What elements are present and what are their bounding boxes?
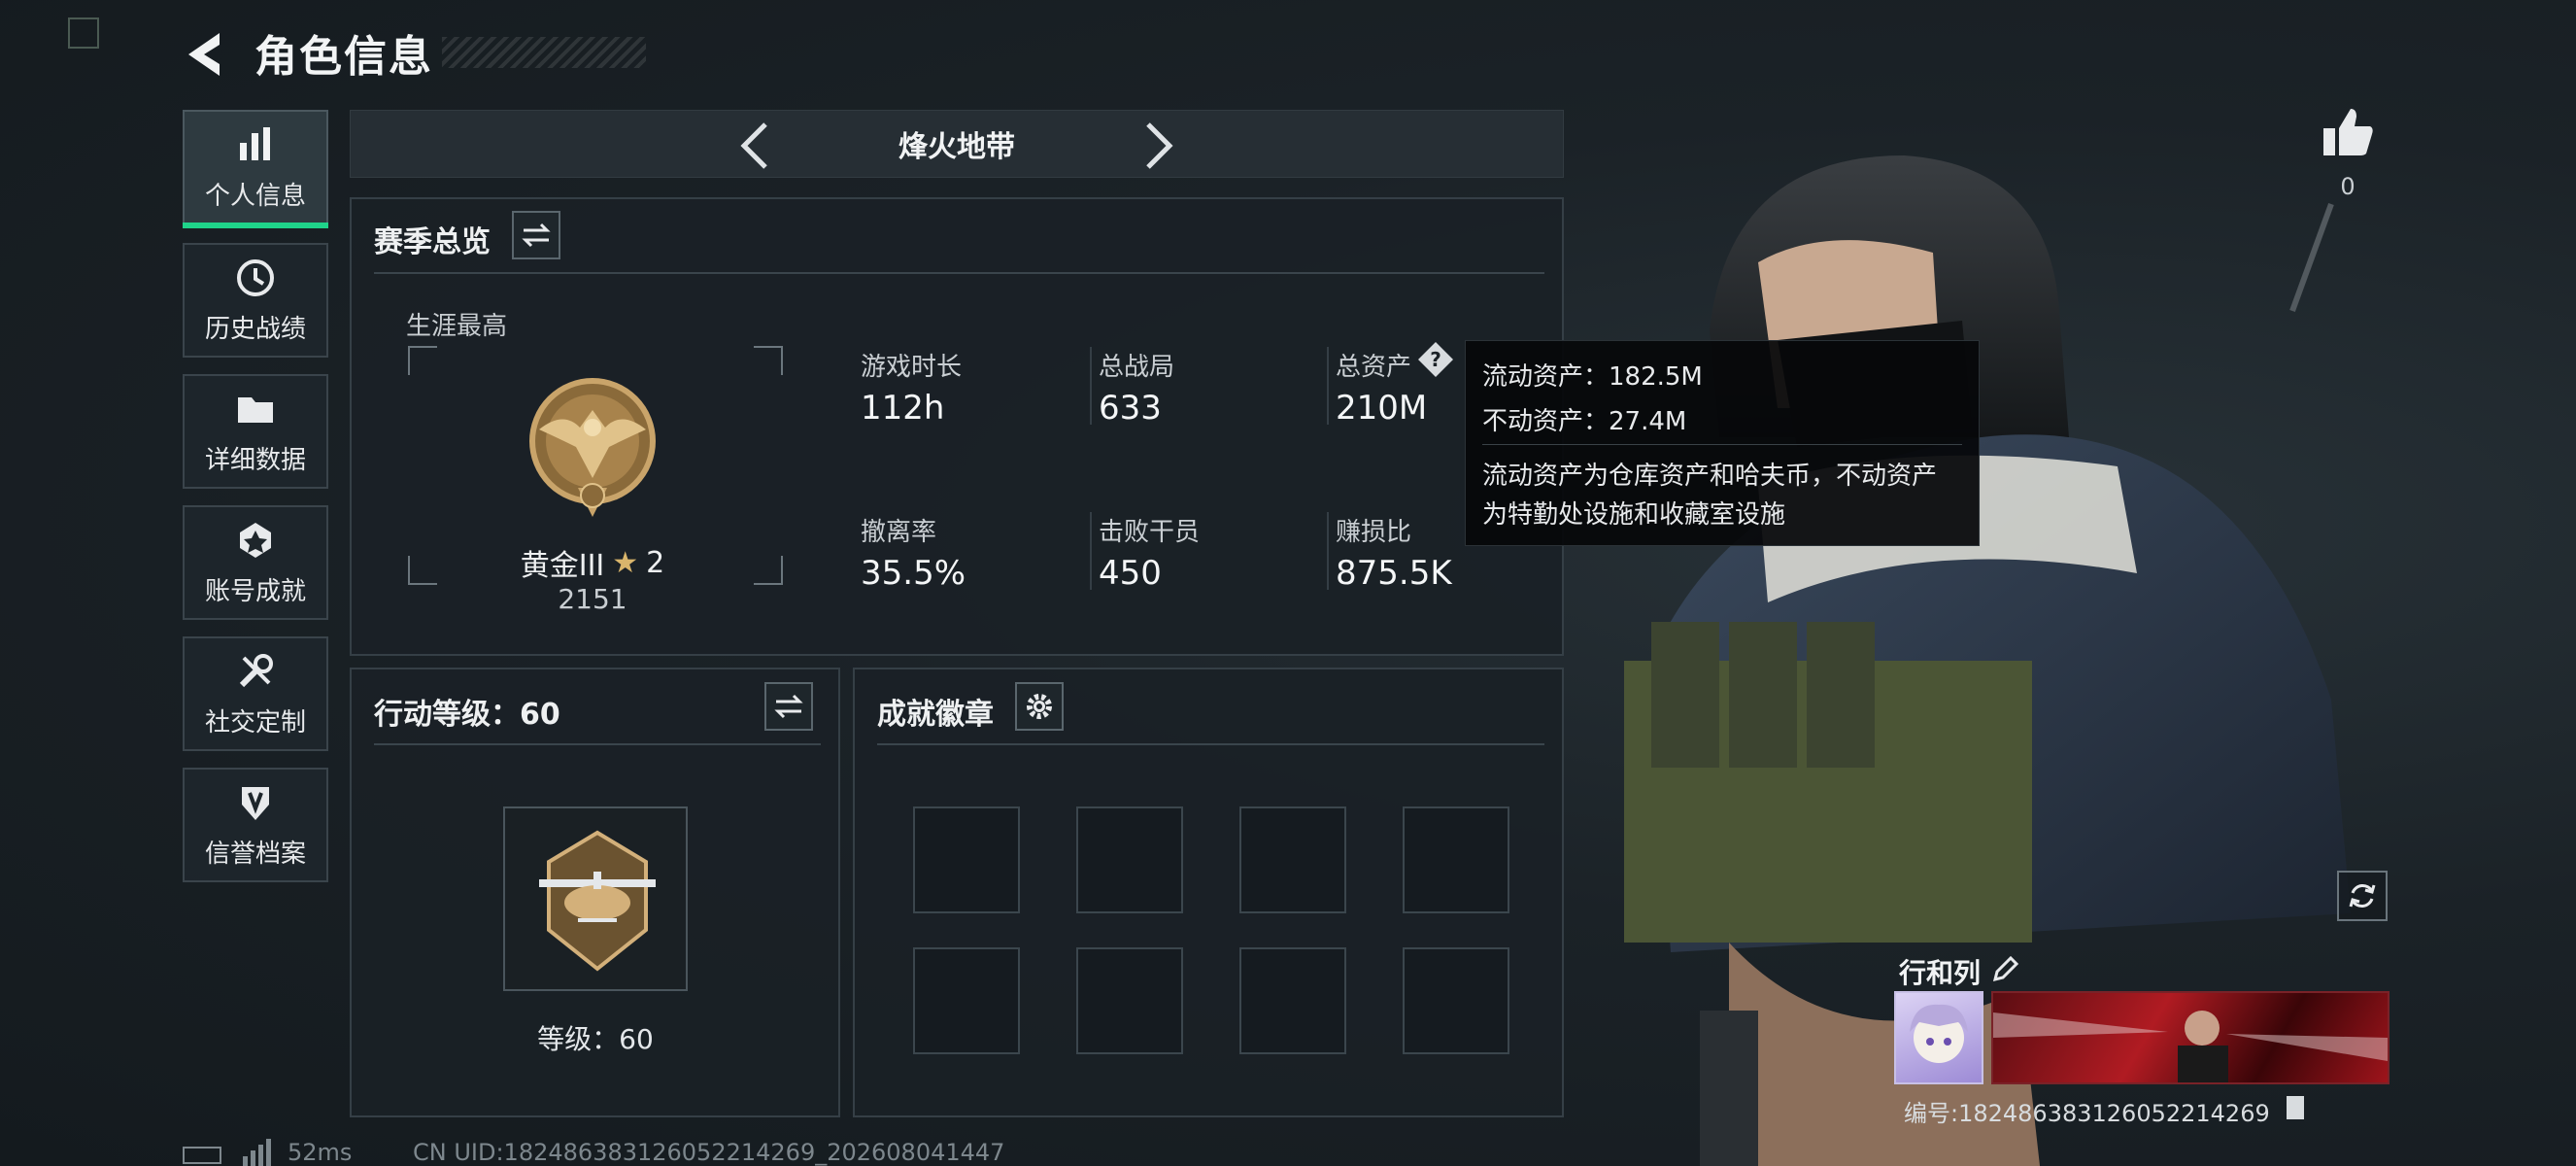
stat-value-playtime: 112h xyxy=(861,389,945,428)
back-arrow-icon[interactable] xyxy=(181,29,227,80)
edit-pencil-icon[interactable] xyxy=(1991,954,2020,983)
action-level-title: 行动等级：60 xyxy=(374,698,560,732)
stat-divider xyxy=(1090,512,1092,590)
avatar-character-icon xyxy=(1910,1004,1968,1063)
copy-icon[interactable] xyxy=(2287,1096,2304,1119)
shield-icon xyxy=(242,786,269,820)
history-icon xyxy=(237,258,274,296)
stat-label-extract-rate: 撤离率 xyxy=(861,518,937,547)
gear-icon xyxy=(1027,694,1052,719)
help-icon[interactable]: ? xyxy=(1416,340,1455,379)
frame-corner xyxy=(754,346,783,375)
tooltip-divider xyxy=(1482,444,1962,445)
refresh-icon xyxy=(2349,884,2376,908)
page-title: 角色信息 xyxy=(254,32,433,82)
action-level-switch-button[interactable] xyxy=(764,682,813,731)
stat-value-assets: 210M xyxy=(1336,389,1428,428)
player-name: 行和列 xyxy=(1899,957,1982,989)
stat-label-profit-ratio: 赚损比 xyxy=(1336,518,1412,547)
helicopter-emblem-icon xyxy=(539,830,656,972)
swap-icon xyxy=(522,223,551,248)
stat-divider xyxy=(1327,512,1329,590)
rotate-character-button[interactable] xyxy=(2337,871,2388,921)
rank-name: 黄金III xyxy=(520,549,605,583)
sidebar-item-label: 历史战绩 xyxy=(204,314,306,344)
sidebar-item-label: 信誉档案 xyxy=(204,839,306,869)
player-id: 编号:182486383126052214269 xyxy=(1904,1100,2270,1127)
career-best-label: 生涯最高 xyxy=(406,312,508,341)
achievements-title: 成就徽章 xyxy=(877,698,994,732)
level-emblem-frame xyxy=(503,806,688,991)
frame-corner xyxy=(754,556,783,585)
rank-stars: 2 xyxy=(646,545,665,580)
sidebar-item-social[interactable]: 社交定制 xyxy=(183,636,328,751)
signal-icon xyxy=(243,1139,271,1166)
stat-value-kills: 450 xyxy=(1099,554,1162,593)
stat-value-matches: 633 xyxy=(1099,389,1162,428)
achievements-settings-button[interactable] xyxy=(1015,682,1064,731)
uid-text: CN UID:18248638312605221426​9_2026080414… xyxy=(413,1139,1005,1166)
corner-marker xyxy=(68,17,99,49)
chevron-left-icon[interactable] xyxy=(730,117,779,175)
sidebar-item-achievements[interactable]: 账号成就 xyxy=(183,505,328,620)
medal-icon xyxy=(240,522,271,558)
stat-value-profit-ratio: 875.5K xyxy=(1336,554,1452,593)
like-count: 0 xyxy=(2340,173,2356,200)
tooltip-liquid-assets: 流动资产：182.5M xyxy=(1482,362,1703,392)
tooltip-desc-line-2: 为特勤处设施和收藏室设施 xyxy=(1482,500,1786,530)
sidebar-item-detailed-data[interactable]: 详细数据 xyxy=(183,374,328,489)
stat-label-assets: 总资产 xyxy=(1336,353,1412,382)
sidebar-item-personal-info[interactable]: 个人信息 xyxy=(183,110,328,228)
season-switch-button[interactable] xyxy=(512,211,560,259)
wrench-icon xyxy=(239,653,273,687)
thumbs-up-icon[interactable] xyxy=(2320,105,2376,161)
stat-label-kills: 击败干员 xyxy=(1099,518,1201,547)
level-label: 等级：60 xyxy=(537,1023,654,1055)
season-overview-title: 赛季总览 xyxy=(374,225,491,259)
tooltip-desc-line-1: 流动资产为仓库资产和哈夫币，不动资产 xyxy=(1482,462,1938,491)
badge-slot[interactable] xyxy=(1076,806,1183,913)
badge-slot[interactable] xyxy=(1239,806,1346,913)
badge-slot[interactable] xyxy=(1239,947,1346,1054)
badge-slot[interactable] xyxy=(913,806,1020,913)
sidebar-item-label: 个人信息 xyxy=(204,181,306,211)
sidebar-item-history[interactable]: 历史战绩 xyxy=(183,243,328,358)
frame-corner xyxy=(408,556,437,585)
svg-text:?: ? xyxy=(1430,348,1441,371)
gold-rank-emblem-icon xyxy=(529,378,656,517)
tooltip-fixed-assets: 不动资产：27.4M xyxy=(1482,407,1687,436)
battery-icon xyxy=(183,1147,221,1164)
star-icon: ★ xyxy=(612,545,639,580)
rank-score: 2151 xyxy=(558,583,627,615)
player-banner xyxy=(1991,991,2390,1084)
stat-label-matches: 总战局 xyxy=(1099,353,1175,382)
badge-slot[interactable] xyxy=(913,947,1020,1054)
stat-value-extract-rate: 35.5% xyxy=(861,554,966,593)
assets-tooltip: 流动资产：182.5M 不动资产：27.4M 流动资产为仓库资产和哈夫币，不动资… xyxy=(1465,340,1980,546)
stat-label-playtime: 游戏时长 xyxy=(861,353,963,382)
badge-slot[interactable] xyxy=(1403,806,1509,913)
sidebar-item-label: 详细数据 xyxy=(204,445,306,475)
badge-slot[interactable] xyxy=(1403,947,1509,1054)
bar-chart-icon xyxy=(240,126,270,160)
chevron-right-icon[interactable] xyxy=(1135,117,1183,175)
stat-divider xyxy=(1090,347,1092,425)
ping-text: 52ms xyxy=(288,1139,353,1166)
panel-divider xyxy=(374,743,821,745)
panel-divider xyxy=(374,272,1544,274)
stat-divider xyxy=(1327,347,1329,425)
panel-divider xyxy=(877,743,1544,745)
swap-icon xyxy=(774,694,803,719)
badge-slot[interactable] xyxy=(1076,947,1183,1054)
sidebar-item-credit[interactable]: 信誉档案 xyxy=(183,768,328,882)
mode-title: 烽火地带 xyxy=(898,130,1015,164)
folder-icon xyxy=(238,396,273,423)
player-avatar xyxy=(1894,991,1983,1084)
frame-corner xyxy=(408,346,437,375)
banner-artwork-icon xyxy=(1993,1011,2388,1082)
sidebar-item-label: 账号成就 xyxy=(204,576,306,606)
title-decoration xyxy=(442,37,646,68)
rank-name-row: 黄金III ★ 2 xyxy=(515,541,670,584)
sidebar-item-label: 社交定制 xyxy=(204,707,306,737)
